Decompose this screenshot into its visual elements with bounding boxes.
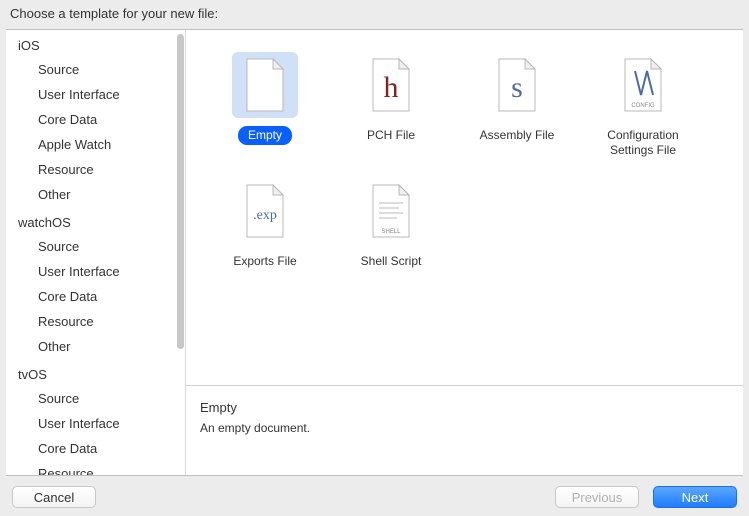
description-text: An empty document.: [200, 421, 729, 435]
sidebar-item-ios-apple-watch[interactable]: Apple Watch: [6, 132, 185, 157]
right-pane: Empty h PCH File: [186, 30, 743, 475]
svg-text:CONFIG: CONFIG: [631, 103, 655, 109]
template-shell-script[interactable]: SHELL Shell Script: [328, 174, 454, 285]
sidebar-item-watchos-core-data[interactable]: Core Data: [6, 284, 185, 309]
exports-file-icon: .exp: [243, 183, 287, 239]
sidebar-item-watchos-resource[interactable]: Resource: [6, 309, 185, 334]
template-label: Assembly File: [470, 126, 565, 145]
template-configuration-settings-file[interactable]: CONFIG Configuration Settings File: [580, 48, 706, 174]
description-panel: Empty An empty document.: [186, 385, 743, 475]
pch-file-icon: h: [369, 57, 413, 113]
template-icon-wrap: [232, 52, 298, 118]
template-icon-wrap: h: [358, 52, 424, 118]
svg-text:s: s: [511, 71, 523, 104]
previous-button[interactable]: Previous: [555, 486, 639, 508]
template-icon-wrap: CONFIG: [610, 52, 676, 118]
template-empty[interactable]: Empty: [202, 48, 328, 174]
shell-script-icon: SHELL: [369, 183, 413, 239]
sidebar-item-ios-resource[interactable]: Resource: [6, 157, 185, 182]
template-label: Shell Script: [351, 252, 432, 271]
sidebar-item-tvos-core-data[interactable]: Core Data: [6, 436, 185, 461]
sidebar-group-ios: iOS: [6, 30, 185, 57]
template-icon-wrap: SHELL: [358, 178, 424, 244]
next-button[interactable]: Next: [653, 486, 737, 508]
description-title: Empty: [200, 400, 729, 415]
svg-text:SHELL: SHELL: [381, 229, 401, 235]
svg-text:.exp: .exp: [253, 208, 277, 223]
template-assembly-file[interactable]: s Assembly File: [454, 48, 580, 174]
template-icon-wrap: .exp: [232, 178, 298, 244]
sidebar-scrollbar[interactable]: [177, 34, 184, 349]
sidebar-item-watchos-other[interactable]: Other: [6, 334, 185, 359]
sidebar-item-watchos-source[interactable]: Source: [6, 234, 185, 259]
dialog-header-label: Choose a template for your new file:: [0, 0, 749, 29]
new-file-dialog: Choose a template for your new file: iOS…: [0, 0, 749, 516]
template-label: Empty: [238, 126, 292, 145]
template-icon-wrap: s: [484, 52, 550, 118]
content-area: iOS Source User Interface Core Data Appl…: [6, 29, 743, 476]
sidebar-item-tvos-user-interface[interactable]: User Interface: [6, 411, 185, 436]
assembly-file-icon: s: [495, 57, 539, 113]
template-exports-file[interactable]: .exp Exports File: [202, 174, 328, 285]
empty-file-icon: [243, 57, 287, 113]
sidebar-item-watchos-user-interface[interactable]: User Interface: [6, 259, 185, 284]
template-label: PCH File: [357, 126, 425, 145]
config-file-icon: CONFIG: [621, 57, 665, 113]
sidebar-item-tvos-source[interactable]: Source: [6, 386, 185, 411]
sidebar-item-ios-other[interactable]: Other: [6, 182, 185, 207]
template-pch-file[interactable]: h PCH File: [328, 48, 454, 174]
sidebar-item-ios-core-data[interactable]: Core Data: [6, 107, 185, 132]
category-sidebar[interactable]: iOS Source User Interface Core Data Appl…: [6, 30, 186, 475]
template-label: Exports File: [223, 252, 306, 271]
sidebar-item-ios-user-interface[interactable]: User Interface: [6, 82, 185, 107]
template-grid: Empty h PCH File: [186, 30, 743, 385]
svg-text:h: h: [384, 71, 399, 104]
sidebar-item-ios-source[interactable]: Source: [6, 57, 185, 82]
sidebar-item-tvos-resource[interactable]: Resource: [6, 461, 185, 475]
dialog-footer: Cancel Previous Next: [0, 476, 749, 516]
cancel-button[interactable]: Cancel: [12, 486, 96, 508]
template-label: Configuration Settings File: [583, 126, 703, 160]
sidebar-group-tvos: tvOS: [6, 359, 185, 386]
sidebar-group-watchos: watchOS: [6, 207, 185, 234]
